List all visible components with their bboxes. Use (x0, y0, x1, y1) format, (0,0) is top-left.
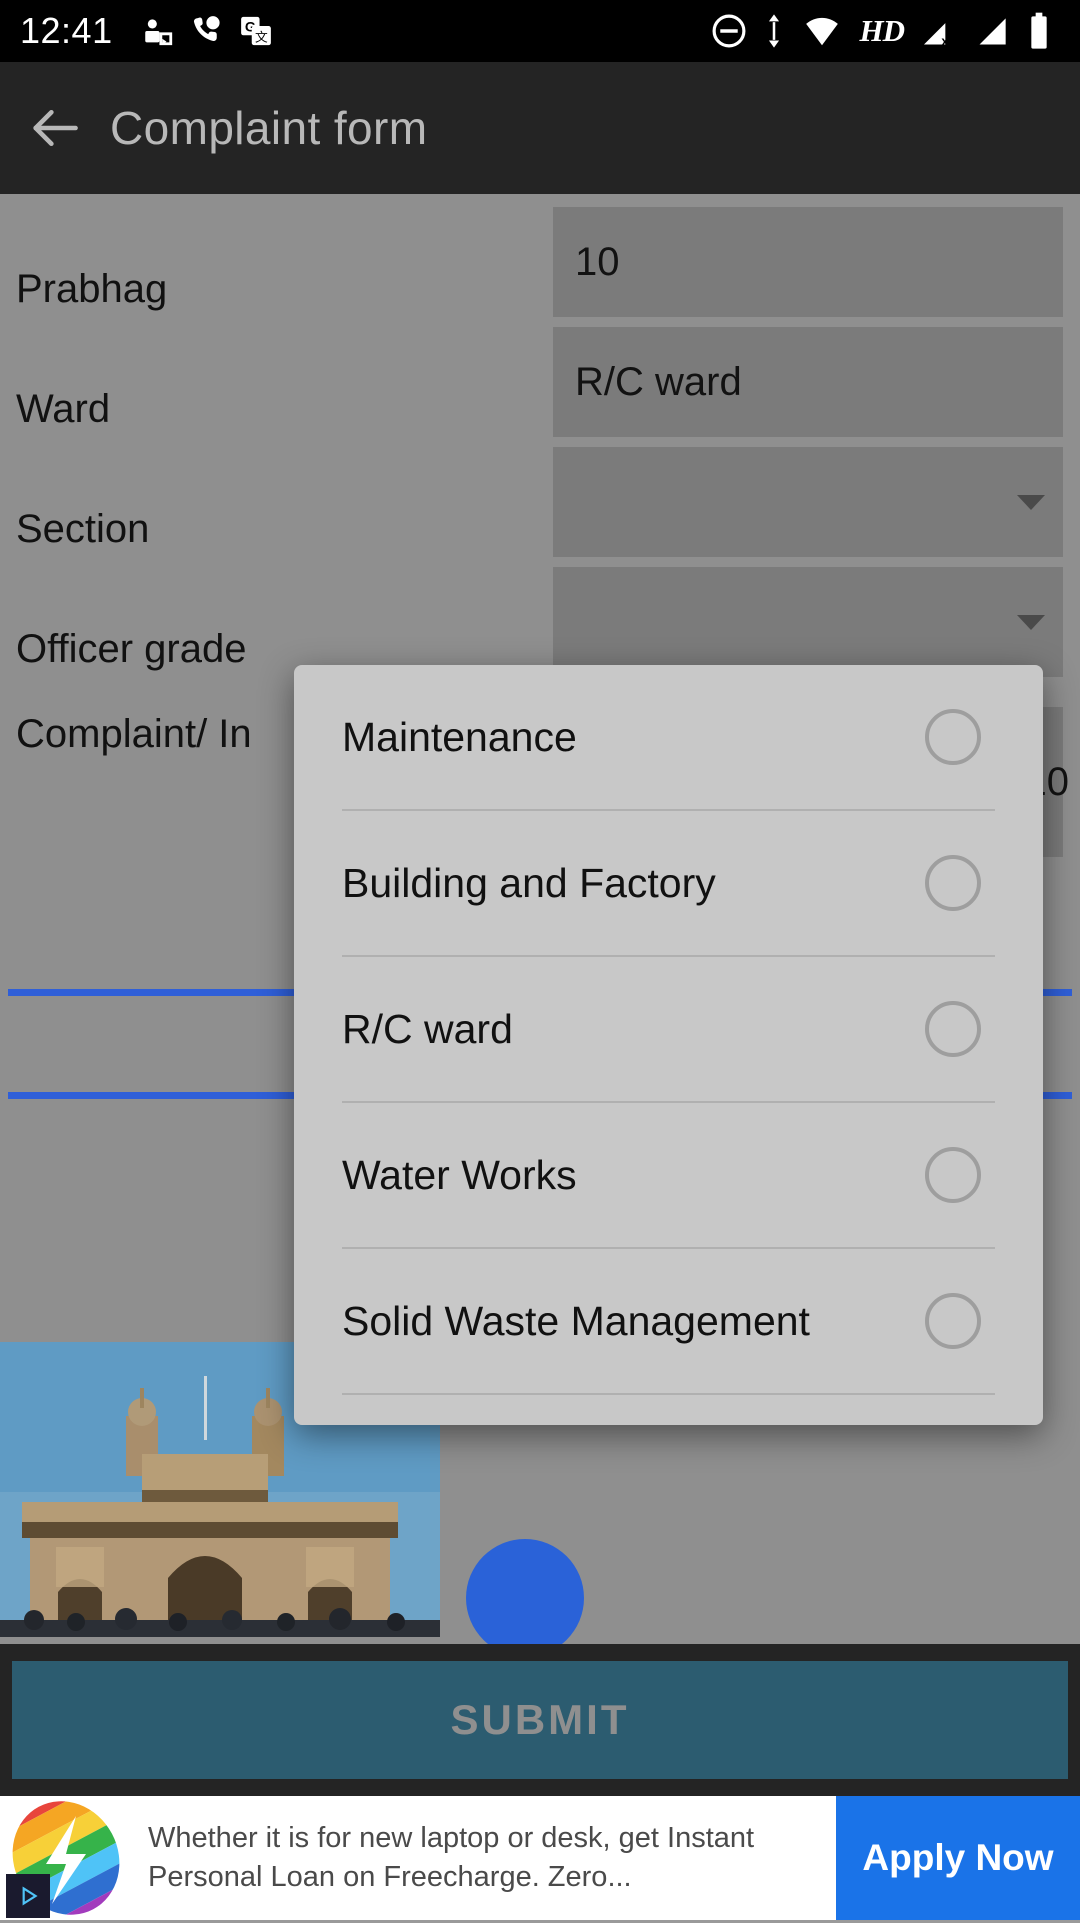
advertiser-logo (0, 1782, 140, 1923)
ad-cta-button[interactable]: Apply Now (836, 1796, 1080, 1920)
radio-button-icon[interactable] (925, 1293, 981, 1349)
dialog-option-label: R/C ward (342, 1005, 513, 1052)
dialog-option-maintenance[interactable]: Maintenance (294, 665, 1043, 809)
dialog-option-label: Maintenance (342, 713, 577, 760)
call-icon (189, 10, 225, 52)
label-complaint: Complaint/ In (16, 711, 252, 756)
field-prabhag-value: 10 (575, 239, 620, 284)
screenshot-icon (141, 10, 175, 52)
google-translate-icon: G 文 (239, 10, 273, 52)
section-select-dialog: Maintenance Building and Factory R/C war… (294, 665, 1043, 1425)
app-bar: Complaint form (0, 62, 1080, 194)
back-button[interactable] (0, 62, 110, 194)
radio-button-icon[interactable] (925, 1147, 981, 1203)
field-prabhag[interactable]: 10 (553, 207, 1063, 317)
radio-button-icon[interactable] (925, 1001, 981, 1057)
dialog-divider (342, 1393, 995, 1395)
chevron-down-icon (1017, 494, 1045, 510)
adchoices-icon[interactable] (6, 1874, 50, 1918)
add-photo-fab[interactable] (466, 1539, 584, 1644)
dialog-option-label: Water Works (342, 1151, 577, 1198)
dialog-option-building-and-factory[interactable]: Building and Factory (294, 811, 1043, 955)
field-section-dropdown[interactable] (553, 447, 1063, 557)
ad-banner[interactable]: Whether it is for new laptop or desk, ge… (0, 1782, 1080, 1923)
field-officer-grade-dropdown[interactable] (553, 567, 1063, 677)
status-bar: 12:41 G 文 HD x (0, 0, 1080, 62)
dialog-option-label: Building and Factory (342, 859, 716, 906)
ad-text: Whether it is for new laptop or desk, ge… (148, 1821, 755, 1893)
signal-no-sim-icon: x (920, 10, 958, 52)
dialog-option-solid-waste-management[interactable]: Solid Waste Management (294, 1249, 1043, 1393)
signal-bars-icon (974, 10, 1012, 52)
chevron-down-icon (1017, 614, 1045, 630)
radio-button-icon[interactable] (925, 709, 981, 765)
hd-icon: HD (859, 13, 905, 48)
label-officer-grade: Officer grade (16, 626, 247, 671)
svg-text:x: x (941, 34, 948, 48)
data-transfer-icon (764, 10, 784, 52)
battery-icon (1028, 10, 1050, 52)
page-title: Complaint form (110, 102, 428, 154)
radio-button-icon[interactable] (925, 855, 981, 911)
field-ward-value: R/C ward (575, 359, 742, 404)
field-ward[interactable]: R/C ward (553, 327, 1063, 437)
do-not-disturb-icon (710, 10, 748, 52)
dialog-option-label: Solid Waste Management (342, 1297, 810, 1344)
label-ward: Ward (16, 386, 111, 431)
submit-button[interactable]: SUBMIT (12, 1661, 1068, 1779)
back-arrow-icon (33, 109, 78, 147)
submit-bar: SUBMIT (0, 1644, 1080, 1796)
wifi-icon (800, 10, 844, 52)
dialog-option-water-works[interactable]: Water Works (294, 1103, 1043, 1247)
dialog-option-rc-ward[interactable]: R/C ward (294, 957, 1043, 1101)
label-section: Section (16, 506, 150, 551)
svg-text:文: 文 (255, 31, 268, 45)
label-prabhag: Prabhag (16, 266, 168, 311)
status-clock: 12:41 (20, 10, 113, 51)
